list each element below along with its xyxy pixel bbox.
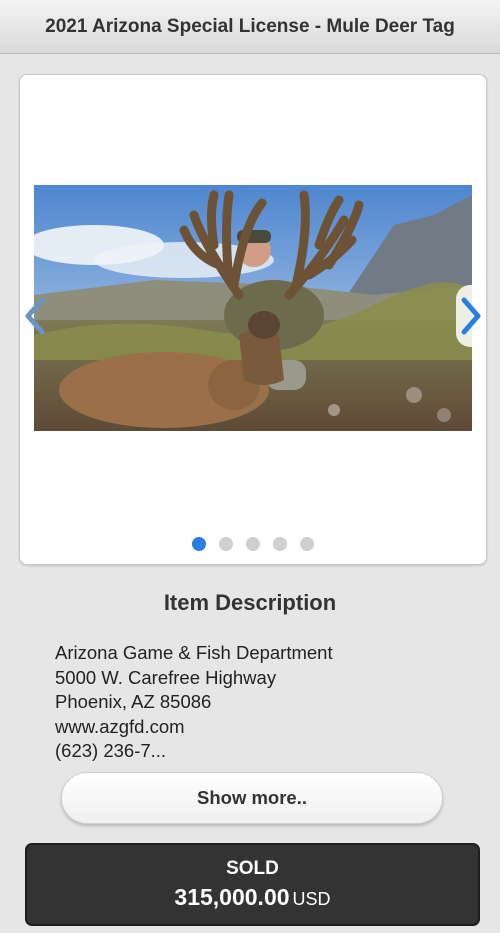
sale-price: 315,000.00 — [174, 884, 290, 910]
slide-dot-2[interactable] — [219, 537, 233, 551]
previous-image-button[interactable] — [20, 285, 50, 347]
slide-indicator — [20, 537, 486, 551]
show-more-button[interactable]: Show more.. — [61, 772, 443, 824]
slide-dot-3[interactable] — [246, 537, 260, 551]
price-row: 315,000.00 USD — [174, 884, 330, 911]
description-line: (623) 236-7... — [55, 740, 167, 761]
sold-status-label: SOLD — [226, 858, 279, 879]
slide-dot-4[interactable] — [273, 537, 287, 551]
chevron-right-icon — [461, 297, 481, 335]
slide-dot-1[interactable] — [192, 537, 206, 551]
page-title: 2021 Arizona Special License - Mule Deer… — [45, 15, 455, 37]
currency-label: USD — [292, 889, 331, 909]
sale-status-panel: SOLD 315,000.00 USD — [25, 843, 480, 926]
title-bar: 2021 Arizona Special License - Mule Deer… — [0, 0, 500, 54]
next-image-button[interactable] — [456, 285, 486, 347]
description-line: www.azgfd.com — [55, 715, 185, 737]
slide-dot-5[interactable] — [300, 537, 314, 551]
listing-photo[interactable] — [34, 185, 472, 431]
listing-page: 2021 Arizona Special License - Mule Deer… — [0, 0, 500, 933]
item-description: Arizona Game & Fish Department 5000 W. C… — [55, 641, 455, 764]
description-line: 5000 W. Carefree Highway — [55, 666, 277, 688]
description-line: Arizona Game & Fish Department — [55, 642, 333, 663]
image-gallery[interactable] — [19, 74, 487, 565]
chevron-left-icon — [25, 297, 45, 335]
description-line: Phoenix, AZ 85086 — [55, 691, 212, 712]
section-heading: Item Description — [163, 590, 337, 615]
